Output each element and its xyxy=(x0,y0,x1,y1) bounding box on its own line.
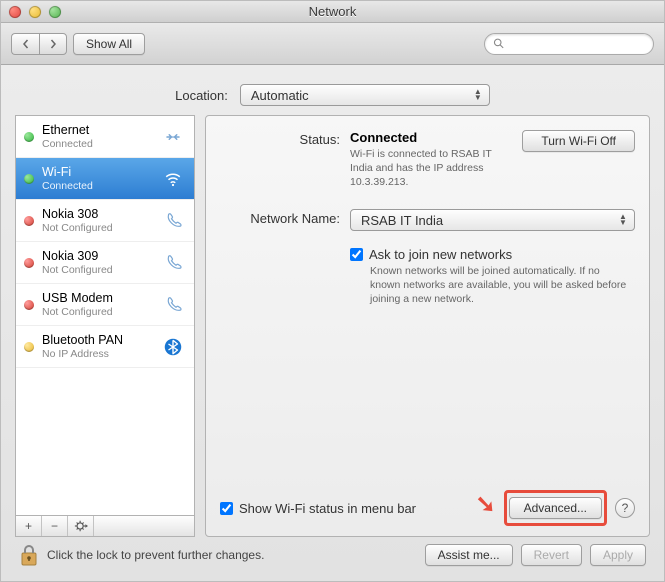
location-popup[interactable]: Automatic ▲▼ xyxy=(240,84,490,106)
service-list-column: EthernetConnectedWi-FiConnectedNokia 308… xyxy=(15,115,195,537)
system-preferences-window: Network Show All Location: Automatic ▲▼ xyxy=(0,0,665,582)
service-status: No IP Address xyxy=(42,347,152,361)
service-row[interactable]: Wi-FiConnected xyxy=(16,158,194,200)
service-text: EthernetConnected xyxy=(42,123,152,151)
search-icon xyxy=(493,37,505,50)
network-name-popup[interactable]: RSAB IT India ▲▼ xyxy=(350,209,635,231)
show-wifi-menubar-label: Show Wi-Fi status in menu bar xyxy=(239,501,416,516)
search-input[interactable] xyxy=(509,36,645,52)
bluetooth-icon xyxy=(160,334,186,360)
ask-to-join-checkbox[interactable] xyxy=(350,248,363,261)
ask-to-join-label: Ask to join new networks xyxy=(369,247,512,262)
ethernet-icon xyxy=(160,124,186,150)
service-text: Nokia 308Not Configured xyxy=(42,207,152,235)
service-name: Wi-Fi xyxy=(42,165,152,179)
turn-wifi-off-button[interactable]: Turn Wi-Fi Off xyxy=(522,130,635,152)
search-field-container[interactable] xyxy=(484,33,654,55)
back-button[interactable] xyxy=(11,33,39,55)
service-row[interactable]: Bluetooth PANNo IP Address xyxy=(16,326,194,368)
show-wifi-menubar-checkbox[interactable] xyxy=(220,502,233,515)
ask-to-join-description: Known networks will be joined automatica… xyxy=(370,264,630,306)
service-row[interactable]: Nokia 309Not Configured xyxy=(16,242,194,284)
phone-icon xyxy=(160,208,186,234)
phone-icon xyxy=(160,250,186,276)
popup-arrows-icon: ▲▼ xyxy=(616,212,630,228)
service-name: USB Modem xyxy=(42,291,152,305)
wifi-icon xyxy=(160,166,186,192)
advanced-button[interactable]: Advanced... xyxy=(509,497,602,519)
status-label: Status: xyxy=(220,130,350,189)
add-service-button[interactable]: + xyxy=(16,516,42,536)
service-actions-button[interactable] xyxy=(68,516,94,536)
status-dot xyxy=(24,132,34,142)
service-text: Bluetooth PANNo IP Address xyxy=(42,333,152,361)
phone-icon xyxy=(160,292,186,318)
service-row[interactable]: USB ModemNot Configured xyxy=(16,284,194,326)
service-name: Bluetooth PAN xyxy=(42,333,152,347)
content-area: Location: Automatic ▲▼ EthernetConnected… xyxy=(1,65,664,581)
service-status: Not Configured xyxy=(42,263,152,277)
location-label: Location: xyxy=(175,88,228,103)
network-name-value: RSAB IT India xyxy=(361,213,443,228)
service-status: Not Configured xyxy=(42,221,152,235)
lock-text: Click the lock to prevent further change… xyxy=(47,548,264,562)
service-status: Connected xyxy=(42,137,152,151)
service-name: Ethernet xyxy=(42,123,152,137)
ask-to-join-checkbox-row[interactable]: Ask to join new networks xyxy=(350,247,635,262)
status-dot xyxy=(24,174,34,184)
service-list[interactable]: EthernetConnectedWi-FiConnectedNokia 308… xyxy=(15,115,195,515)
service-status: Not Configured xyxy=(42,305,152,319)
service-row[interactable]: Nokia 308Not Configured xyxy=(16,200,194,242)
lock-icon[interactable] xyxy=(19,543,39,567)
assist-me-button[interactable]: Assist me... xyxy=(425,544,513,566)
toolbar: Show All xyxy=(1,23,664,65)
window-title: Network xyxy=(1,4,664,19)
show-all-button[interactable]: Show All xyxy=(73,33,145,55)
annotation-highlight: Advanced... xyxy=(504,490,607,526)
status-dot xyxy=(24,216,34,226)
service-text: Wi-FiConnected xyxy=(42,165,152,193)
service-status: Connected xyxy=(42,179,152,193)
service-text: USB ModemNot Configured xyxy=(42,291,152,319)
popup-arrows-icon: ▲▼ xyxy=(471,87,485,103)
service-list-footer: + − xyxy=(15,515,195,537)
service-row[interactable]: EthernetConnected xyxy=(16,116,194,158)
status-dot xyxy=(24,258,34,268)
help-button[interactable]: ? xyxy=(615,498,635,518)
remove-service-button[interactable]: − xyxy=(42,516,68,536)
service-name: Nokia 308 xyxy=(42,207,152,221)
chevron-right-icon xyxy=(48,39,58,49)
status-dot xyxy=(24,342,34,352)
network-name-label: Network Name: xyxy=(220,209,350,231)
location-value: Automatic xyxy=(251,88,309,103)
lock-row: Click the lock to prevent further change… xyxy=(15,537,650,567)
nav-history xyxy=(11,33,67,55)
show-wifi-menubar-row[interactable]: Show Wi-Fi status in menu bar xyxy=(220,501,416,516)
gear-icon xyxy=(74,519,88,533)
status-description: Wi-Fi is connected to RSAB IT India and … xyxy=(350,147,512,189)
status-dot xyxy=(24,300,34,310)
service-name: Nokia 309 xyxy=(42,249,152,263)
service-text: Nokia 309Not Configured xyxy=(42,249,152,277)
action-buttons: Assist me... Revert Apply xyxy=(425,544,646,566)
revert-button[interactable]: Revert xyxy=(521,544,582,566)
detail-panel: Status: Connected Wi-Fi is connected to … xyxy=(205,115,650,537)
forward-button[interactable] xyxy=(39,33,67,55)
apply-button[interactable]: Apply xyxy=(590,544,646,566)
location-row: Location: Automatic ▲▼ xyxy=(15,75,650,115)
annotation-arrow: ➘ xyxy=(476,490,496,519)
status-value: Connected xyxy=(350,130,512,145)
chevron-left-icon xyxy=(21,39,31,49)
titlebar: Network xyxy=(1,1,664,23)
